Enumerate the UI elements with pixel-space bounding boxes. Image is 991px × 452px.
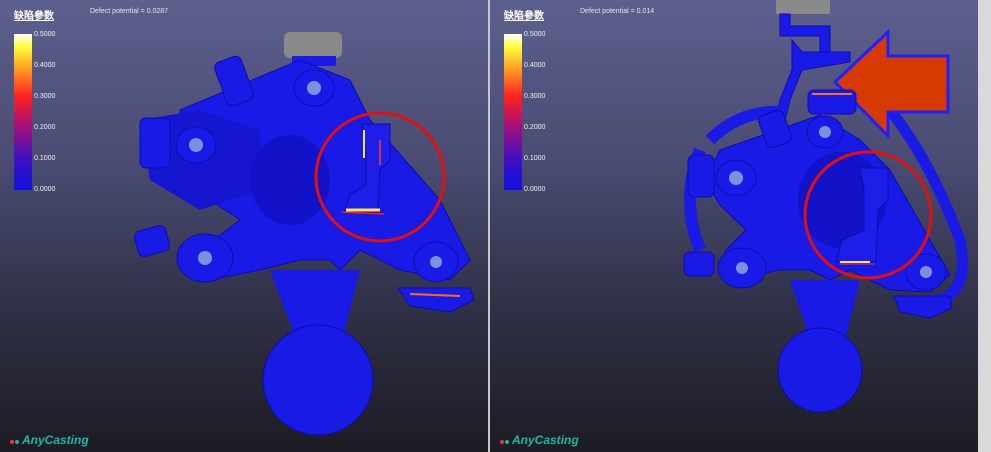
left-viewport[interactable]: 缺陷參数 Defect potential = 0.0287 0.5000 0.… bbox=[0, 0, 488, 452]
left-brand-logo: AnyCasting bbox=[10, 433, 89, 447]
comparison-view: 缺陷參数 Defect potential = 0.0287 0.5000 0.… bbox=[0, 0, 991, 452]
anycasting-logo-icon bbox=[500, 440, 504, 444]
sprue-cap bbox=[776, 0, 830, 14]
right-casting-model bbox=[683, 0, 968, 413]
left-logo-text: AnyCasting bbox=[22, 433, 89, 447]
right-logo-text: AnyCasting bbox=[512, 433, 579, 447]
right-viewport[interactable]: 缺陷參数 Defect potential = 0.014 0.5000 0.4… bbox=[490, 0, 978, 452]
anycasting-logo-icon bbox=[10, 440, 14, 444]
riser-cap bbox=[284, 32, 342, 58]
right-brand-logo: AnyCasting bbox=[500, 433, 579, 447]
left-casting-model bbox=[134, 32, 475, 436]
